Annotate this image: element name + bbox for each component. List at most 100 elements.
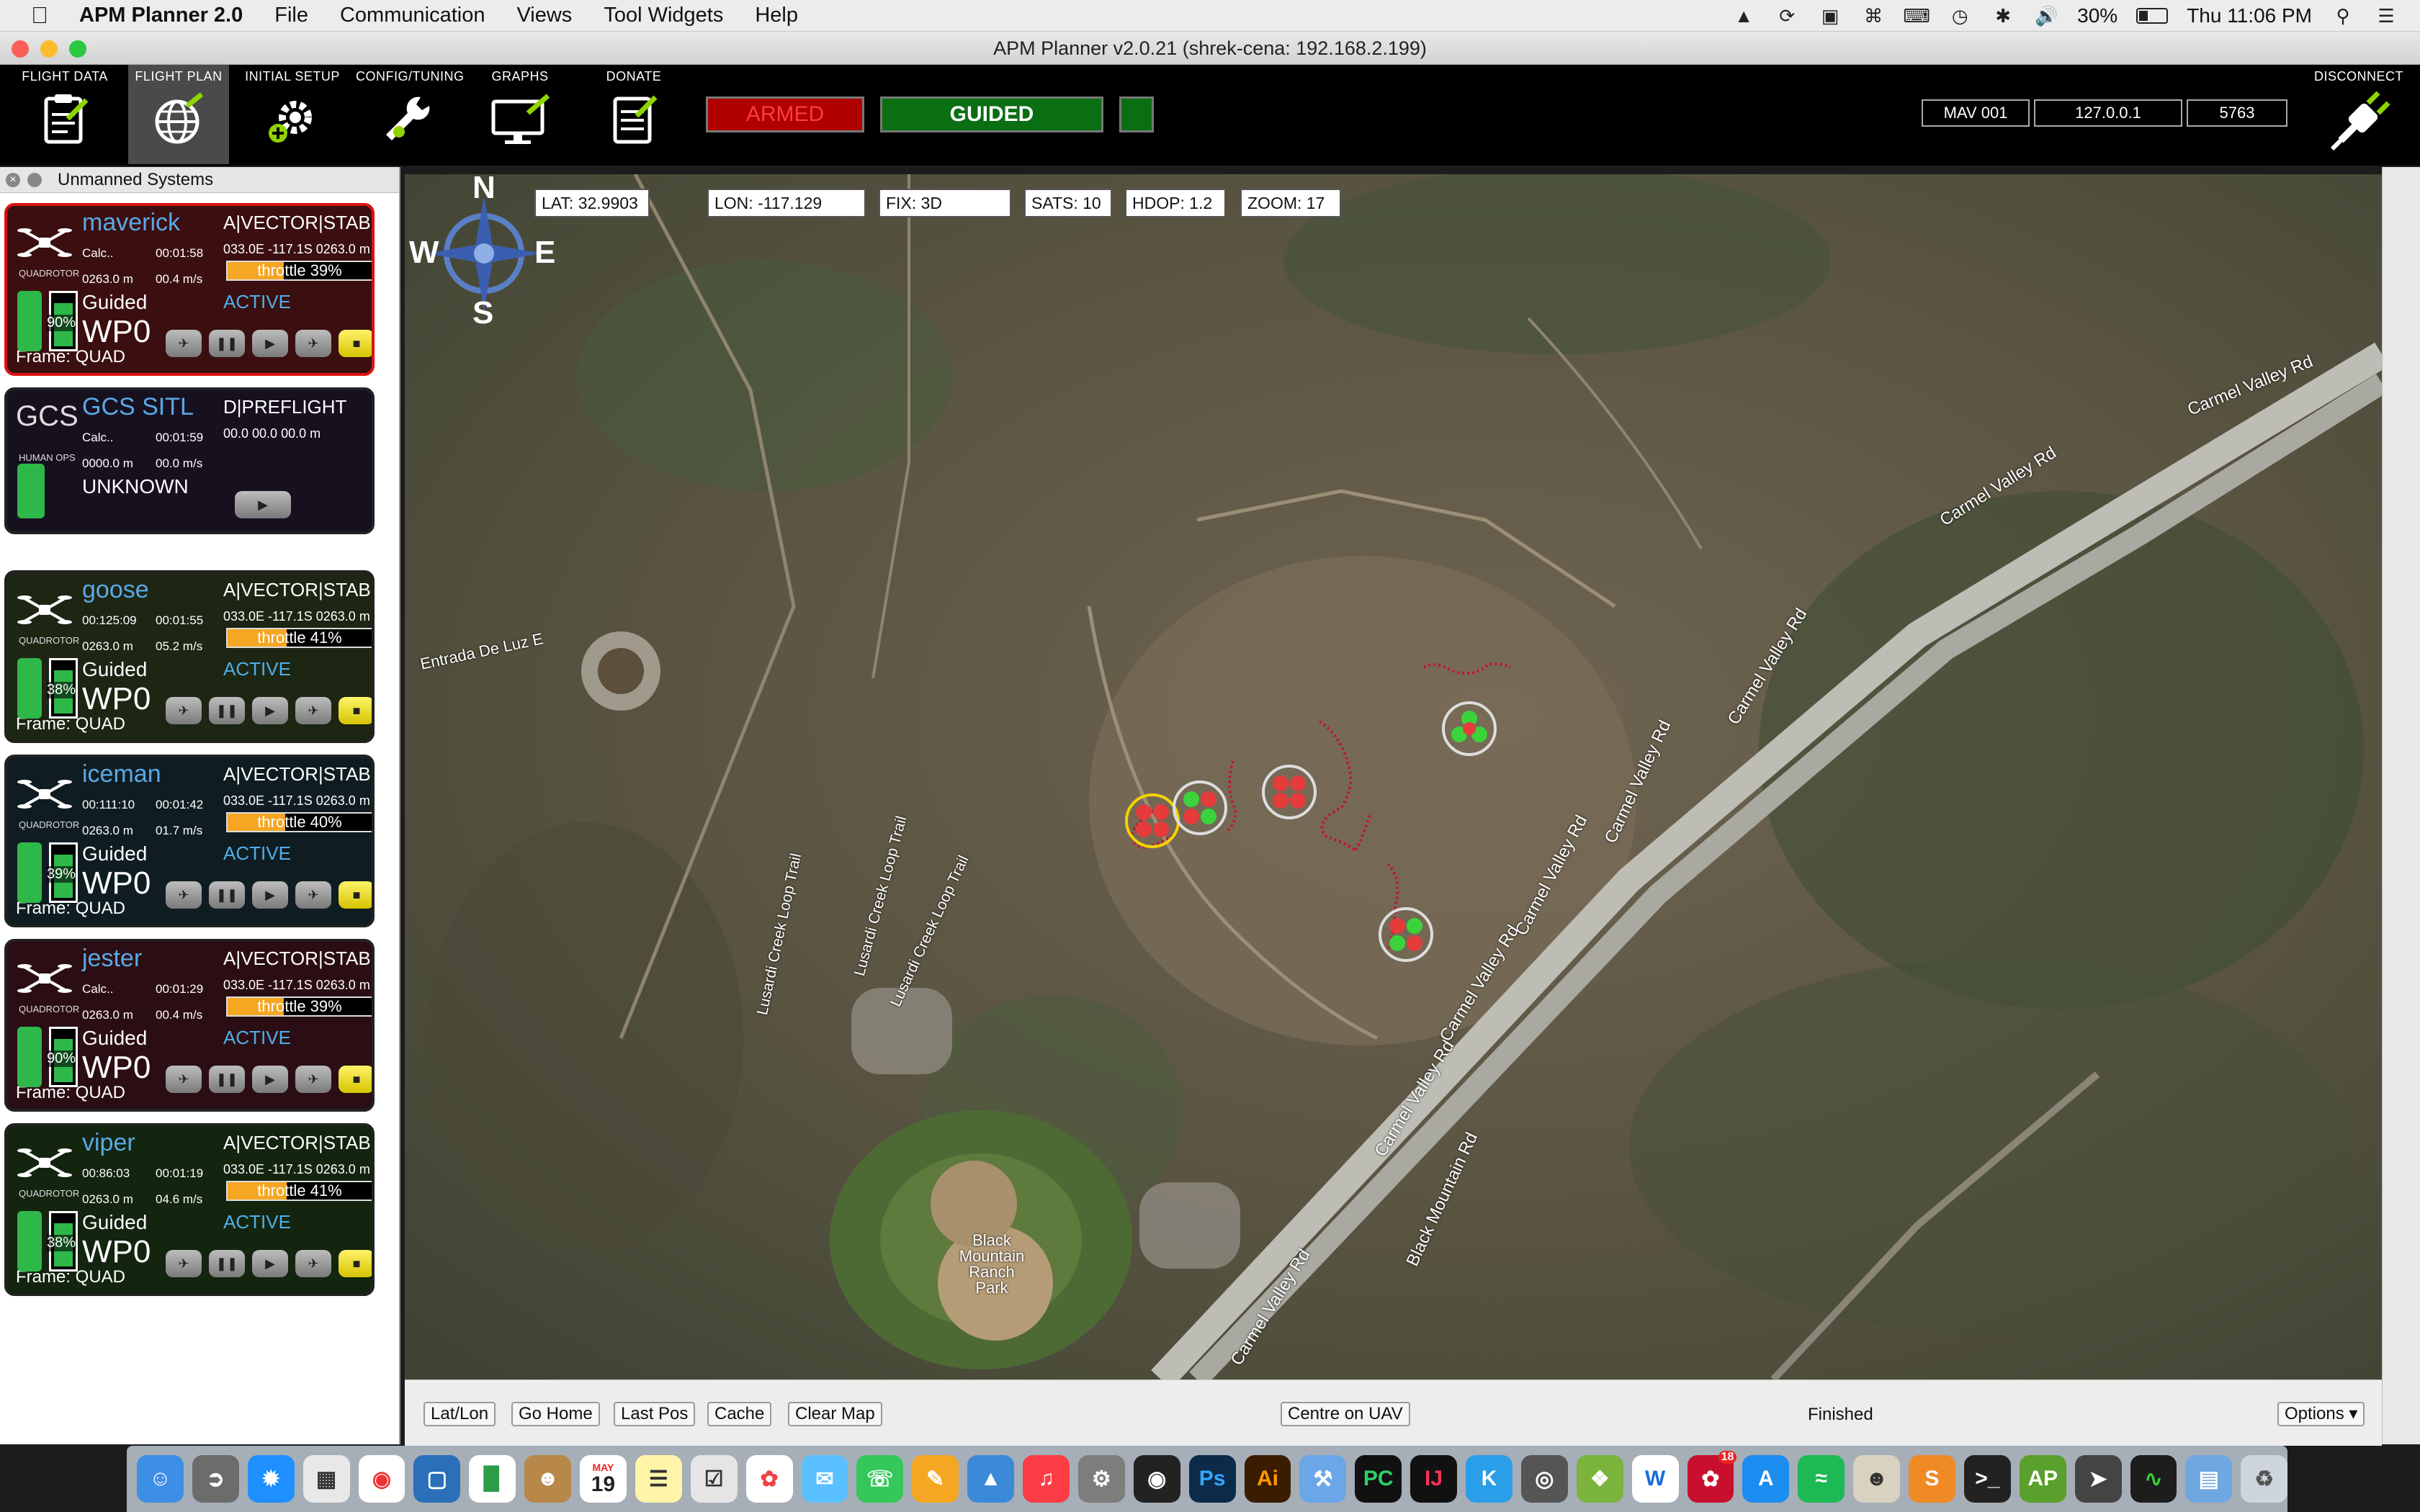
- port-field[interactable]: 5763: [2187, 99, 2287, 127]
- stop-button[interactable]: ■: [339, 1250, 372, 1277]
- battery-percent[interactable]: 30%: [2077, 4, 2118, 27]
- system-preferences-icon[interactable]: ⚙: [1077, 1455, 1125, 1503]
- drive-icon[interactable]: ▲: [1731, 5, 1756, 27]
- spotify-icon[interactable]: ≈: [1798, 1455, 1845, 1503]
- vehicle-card[interactable]: QUADROTOR iceman A|VECTOR|STABI 00:111:10 00…: [4, 755, 375, 927]
- play-button[interactable]: ▶: [252, 697, 288, 724]
- menu-tool-widgets[interactable]: Tool Widgets: [604, 4, 723, 27]
- pause-button[interactable]: ❚❚: [209, 1250, 245, 1277]
- xcode-icon[interactable]: ⚒: [1299, 1455, 1347, 1503]
- stop-button[interactable]: ■: [339, 697, 372, 724]
- play-button[interactable]: ▶: [252, 1066, 288, 1093]
- wifi-icon[interactable]: ⌘: [1861, 5, 1886, 27]
- menu-help[interactable]: Help: [755, 4, 798, 27]
- app-grid-icon[interactable]: ▦: [302, 1455, 350, 1503]
- volume-icon[interactable]: 🔊: [2034, 5, 2058, 27]
- close-panel-icon[interactable]: ×: [6, 173, 20, 187]
- keyboard-icon[interactable]: ⌨: [1903, 5, 1930, 27]
- cache-button[interactable]: Cache: [707, 1402, 772, 1426]
- spotlight-search-icon[interactable]: ⚲: [2331, 5, 2355, 27]
- vehicle-card[interactable]: QUADROTOR maverick A|VECTOR|STABI Calc.. 00:…: [4, 203, 375, 376]
- land-button[interactable]: ✈: [295, 1066, 331, 1093]
- clock[interactable]: Thu 11:06 PM: [2187, 4, 2312, 27]
- menu-communication[interactable]: Communication: [340, 4, 485, 27]
- vehicle-marker[interactable]: [1442, 701, 1497, 756]
- battery-icon[interactable]: [2136, 8, 2169, 24]
- cyberduck-icon[interactable]: ☻: [1853, 1455, 1900, 1503]
- pause-button[interactable]: ❚❚: [209, 330, 245, 357]
- trash-icon[interactable]: ♻: [2241, 1455, 2288, 1503]
- apple-icon[interactable]: : [0, 2, 79, 29]
- pycharm-icon[interactable]: PC: [1355, 1455, 1402, 1503]
- word-icon[interactable]: W: [1631, 1455, 1679, 1503]
- messages-icon[interactable]: ✉: [801, 1455, 848, 1503]
- options-dropdown[interactable]: Options ▾: [2277, 1402, 2365, 1426]
- play-button[interactable]: ▶: [252, 881, 288, 909]
- donate-button[interactable]: DONATE: [583, 65, 684, 164]
- vehicle-marker-selected[interactable]: [1125, 793, 1180, 848]
- flight-data-button[interactable]: FLIGHT DATA: [14, 65, 115, 164]
- flight-plan-button[interactable]: FLIGHT PLAN: [128, 65, 229, 164]
- safari-icon[interactable]: ✹: [247, 1455, 295, 1503]
- menu-file[interactable]: File: [274, 4, 308, 27]
- takeoff-button[interactable]: ✈: [166, 697, 202, 724]
- land-button[interactable]: ✈: [295, 330, 331, 357]
- initial-setup-button[interactable]: INITIAL SETUP: [242, 65, 343, 164]
- folder-icon[interactable]: ▤: [2185, 1455, 2233, 1503]
- chrome-icon[interactable]: ◉: [358, 1455, 405, 1503]
- takeoff-button[interactable]: ✈: [166, 1066, 202, 1093]
- pause-button[interactable]: ❚❚: [209, 881, 245, 909]
- vehicle-card[interactable]: QUADROTOR goose A|VECTOR|STABI 00:125:09 00:…: [4, 570, 375, 743]
- rocket-icon[interactable]: ➤: [2074, 1455, 2122, 1503]
- lat-lon-button[interactable]: Lat/Lon: [424, 1402, 496, 1426]
- leaf-app-icon[interactable]: ✿ 18: [1687, 1451, 1737, 1503]
- pages-icon[interactable]: ✎: [912, 1455, 959, 1503]
- takeoff-button[interactable]: ✈: [166, 330, 202, 357]
- photoshop-icon[interactable]: Ps: [1188, 1455, 1236, 1503]
- close-window-button[interactable]: [12, 40, 29, 58]
- right-scroll-rail[interactable]: [2382, 167, 2420, 1444]
- vehicle-card[interactable]: GCS HUMAN OPS GCS SITL D|PREFLIGHT Calc.. 00:…: [4, 387, 375, 534]
- play-button[interactable]: ▶: [252, 330, 288, 357]
- photos-icon[interactable]: ✿: [745, 1455, 793, 1503]
- land-button[interactable]: ✈: [295, 881, 331, 909]
- pause-button[interactable]: ❚❚: [209, 697, 245, 724]
- time-machine-icon[interactable]: ◷: [1948, 5, 1972, 27]
- frog-app-icon[interactable]: ❖: [1576, 1455, 1623, 1503]
- numbers-icon[interactable]: ▉: [469, 1455, 516, 1503]
- app-store-icon[interactable]: A: [1742, 1455, 1790, 1503]
- mav-id-field[interactable]: MAV 001: [1922, 99, 2030, 127]
- pause-button[interactable]: ❚❚: [209, 1066, 245, 1093]
- vehicle-card[interactable]: QUADROTOR viper A|VECTOR|STABI 00:86:03 00:0…: [4, 1123, 375, 1296]
- disconnect-button[interactable]: DISCONNECT: [2305, 65, 2413, 164]
- vehicle-card[interactable]: QUADROTOR jester A|VECTOR|STABI Calc.. 00:01…: [4, 939, 375, 1112]
- vehicle-marker[interactable]: [1379, 907, 1433, 962]
- play-button[interactable]: ▶: [252, 1250, 288, 1277]
- vehicle-marker[interactable]: [1262, 765, 1317, 819]
- finder-icon[interactable]: ☺: [137, 1455, 184, 1503]
- launchpad-icon[interactable]: ➲: [192, 1455, 239, 1503]
- clear-map-button[interactable]: Clear Map: [788, 1402, 882, 1426]
- sync-icon[interactable]: ⟳: [1775, 5, 1799, 27]
- illustrator-icon[interactable]: Ai: [1244, 1455, 1291, 1503]
- stop-button[interactable]: ■: [339, 330, 372, 357]
- disk-utility-icon[interactable]: ◎: [1520, 1455, 1568, 1503]
- menu-app-name[interactable]: APM Planner 2.0: [79, 4, 243, 27]
- window-icon[interactable]: ▣: [1818, 5, 1842, 27]
- graphs-button[interactable]: GRAPHS: [470, 65, 570, 164]
- ip-address-field[interactable]: 127.0.0.1: [2034, 99, 2182, 127]
- activity-monitor-icon[interactable]: ∿: [2130, 1455, 2177, 1503]
- float-panel-icon[interactable]: [27, 173, 42, 187]
- go-home-button[interactable]: Go Home: [511, 1402, 600, 1426]
- last-pos-button[interactable]: Last Pos: [614, 1402, 696, 1426]
- intellij-icon[interactable]: IJ: [1410, 1455, 1457, 1503]
- camera-icon[interactable]: ◉: [1133, 1455, 1180, 1503]
- contacts-icon[interactable]: ☻: [524, 1455, 571, 1503]
- bluetooth-icon[interactable]: ✱: [1991, 5, 2015, 27]
- land-button[interactable]: ✈: [295, 1250, 331, 1277]
- takeoff-button[interactable]: ✈: [166, 1250, 202, 1277]
- land-button[interactable]: ✈: [295, 697, 331, 724]
- minimize-window-button[interactable]: [40, 40, 58, 58]
- takeoff-button[interactable]: ✈: [166, 881, 202, 909]
- keynote-icon[interactable]: ▲: [967, 1455, 1014, 1503]
